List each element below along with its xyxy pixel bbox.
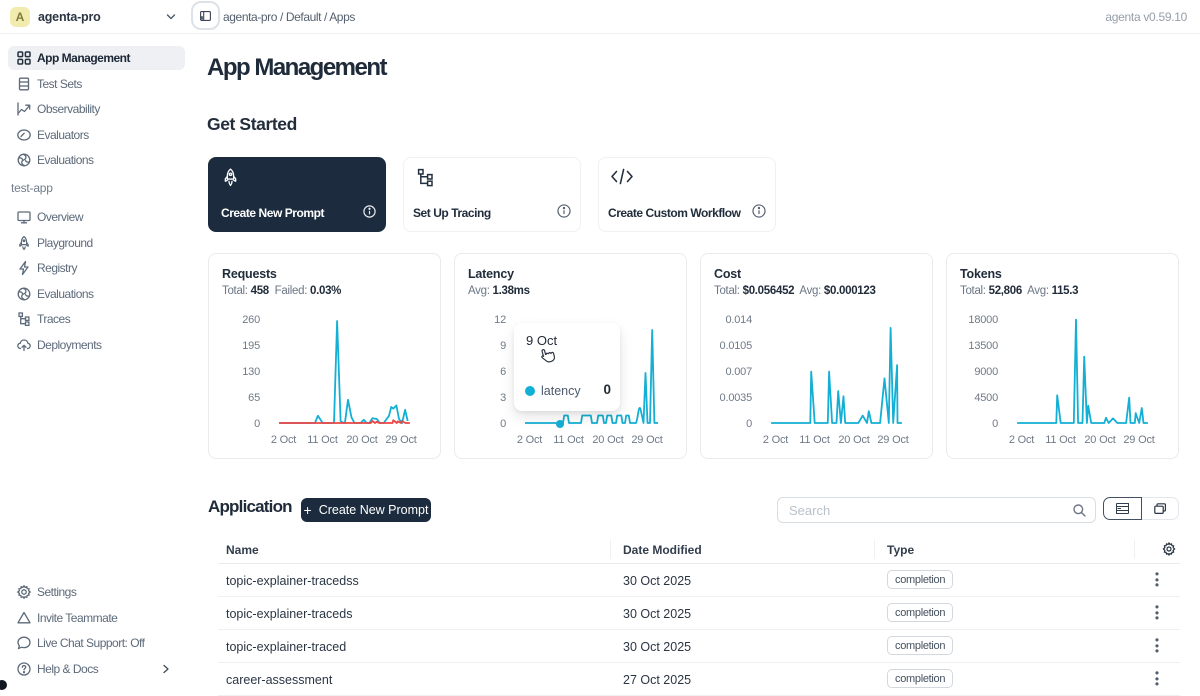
svg-text:0.014: 0.014 bbox=[725, 314, 752, 326]
svg-text:0: 0 bbox=[500, 418, 506, 430]
svg-text:18000: 18000 bbox=[968, 314, 998, 326]
svg-text:6: 6 bbox=[500, 366, 506, 378]
svg-text:195: 195 bbox=[242, 340, 260, 352]
svg-text:9: 9 bbox=[500, 340, 506, 352]
svg-text:11 Oct: 11 Oct bbox=[553, 434, 584, 446]
svg-text:2 Oct: 2 Oct bbox=[517, 434, 542, 446]
svg-text:2 Oct: 2 Oct bbox=[763, 434, 788, 446]
svg-text:9000: 9000 bbox=[974, 366, 998, 378]
svg-text:20 Oct: 20 Oct bbox=[838, 434, 869, 446]
svg-text:29 Oct: 29 Oct bbox=[385, 434, 416, 446]
svg-text:2 Oct: 2 Oct bbox=[1009, 434, 1034, 446]
svg-text:3: 3 bbox=[500, 392, 506, 404]
svg-text:20 Oct: 20 Oct bbox=[346, 434, 377, 446]
svg-text:130: 130 bbox=[242, 366, 260, 378]
svg-text:11 Oct: 11 Oct bbox=[1045, 434, 1076, 446]
svg-text:20 Oct: 20 Oct bbox=[592, 434, 623, 446]
svg-text:11 Oct: 11 Oct bbox=[307, 434, 338, 446]
svg-text:0: 0 bbox=[254, 418, 260, 430]
svg-text:12: 12 bbox=[494, 314, 506, 326]
svg-text:2 Oct: 2 Oct bbox=[271, 434, 296, 446]
svg-text:0.0035: 0.0035 bbox=[720, 392, 753, 404]
svg-text:29 Oct: 29 Oct bbox=[877, 434, 908, 446]
svg-text:4500: 4500 bbox=[974, 392, 998, 404]
svg-text:13500: 13500 bbox=[968, 340, 998, 352]
svg-text:260: 260 bbox=[242, 314, 260, 326]
svg-text:0: 0 bbox=[746, 418, 752, 430]
svg-text:11 Oct: 11 Oct bbox=[799, 434, 830, 446]
svg-text:29 Oct: 29 Oct bbox=[1123, 434, 1154, 446]
svg-text:0.0105: 0.0105 bbox=[720, 340, 753, 352]
svg-text:20 Oct: 20 Oct bbox=[1084, 434, 1115, 446]
svg-text:0.007: 0.007 bbox=[725, 366, 752, 378]
svg-text:0: 0 bbox=[992, 418, 998, 430]
svg-text:29 Oct: 29 Oct bbox=[631, 434, 662, 446]
svg-text:65: 65 bbox=[248, 392, 260, 404]
